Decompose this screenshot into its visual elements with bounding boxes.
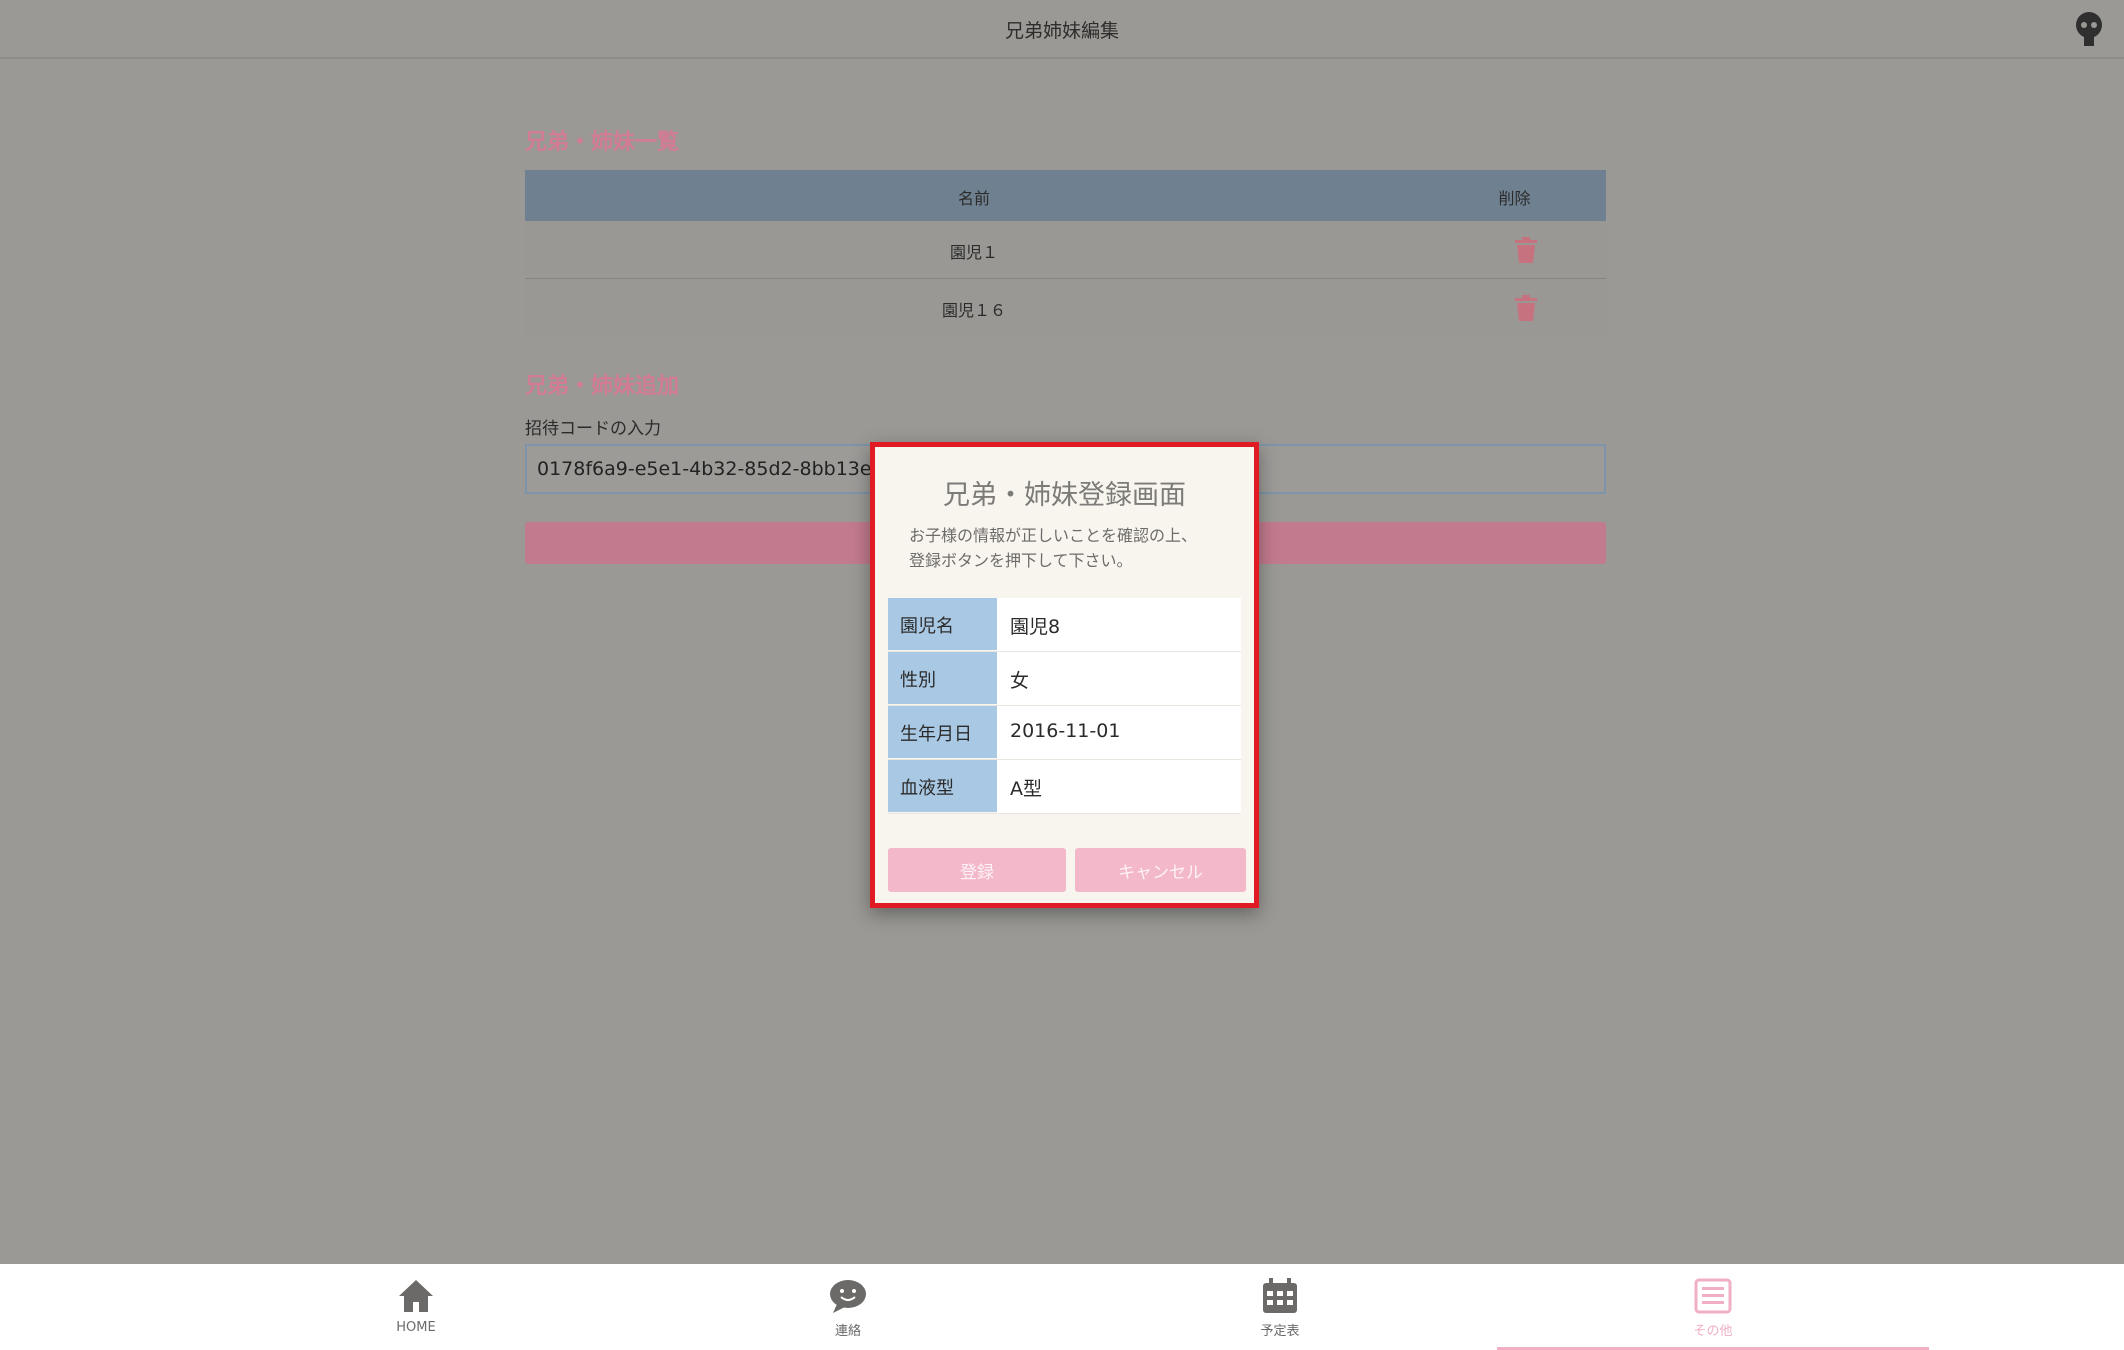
nav-item-schedule[interactable]: 予定表 [1064,1264,1496,1350]
modal-title: 兄弟・姉妹登録画面 [943,480,1186,511]
sibling-name: 園児１ [949,243,998,262]
table-row: 園児１ [525,221,1606,279]
info-row: 園児名 園児8 [888,598,1241,652]
info-key: 血液型 [888,760,997,813]
home-icon [399,1280,433,1312]
table-header: 名前 削除 [525,170,1606,221]
sibling-name: 園児１６ [941,301,1006,320]
info-row: 性別 女 [888,652,1241,706]
column-name-header: 名前 [957,189,990,208]
trash-icon[interactable] [1515,237,1537,263]
info-key: 生年月日 [888,706,997,759]
nav-label: 連絡 [834,1324,861,1339]
info-row: 血液型 A型 [888,760,1241,814]
modal-description: お子様の情報が正しいことを確認の上、 登録ボタンを押下して下さい。 [909,523,1234,573]
sibling-list-title: 兄弟・姉妹一覧 [525,130,680,155]
info-row: 生年月日 2016-11-01 [888,706,1241,760]
calendar-icon [1263,1278,1297,1313]
sibling-table: 名前 削除 園児１ 園児１６ [525,170,1606,337]
nav-item-other[interactable]: その他 [1497,1264,1929,1350]
info-key: 性別 [888,652,997,705]
modal-description-line: お子様の情報が正しいことを確認の上、 [909,526,1198,545]
user-avatar-icon[interactable] [2072,10,2106,46]
register-button[interactable]: 登録 [888,848,1066,892]
bottom-nav: HOME 連絡 予定表 その他 [0,1264,2124,1350]
info-value: A型 [997,760,1241,813]
menu-icon [1694,1278,1732,1314]
nav-item-home[interactable]: HOME [200,1264,632,1350]
modal-description-line: 登録ボタンを押下して下さい。 [909,551,1133,570]
nav-label: 予定表 [1260,1324,1300,1339]
info-value: 園児8 [997,598,1241,651]
info-value: 2016-11-01 [997,706,1241,759]
trash-icon[interactable] [1515,295,1537,321]
nav-item-contact[interactable]: 連絡 [632,1264,1064,1350]
sibling-add-title: 兄弟・姉妹追加 [525,374,680,399]
nav-label: HOME [396,1320,436,1335]
info-key: 園児名 [888,598,997,651]
nav-label: その他 [1693,1324,1733,1339]
invite-code-label: 招待コードの入力 [525,419,661,439]
info-value: 女 [997,652,1241,705]
cancel-button[interactable]: キャンセル [1075,848,1246,892]
child-info-table: 園児名 園児8 性別 女 生年月日 2016-11-01 血液型 A型 [888,598,1241,814]
table-row: 園児１６ [525,279,1606,337]
page-title: 兄弟姉妹編集 [1004,20,1119,42]
column-delete-header: 削除 [1498,189,1531,208]
sibling-register-modal: 兄弟・姉妹登録画面 お子様の情報が正しいことを確認の上、 登録ボタンを押下して下… [870,442,1259,908]
chat-icon [830,1280,866,1313]
app-header: 兄弟姉妹編集 [0,0,2124,59]
